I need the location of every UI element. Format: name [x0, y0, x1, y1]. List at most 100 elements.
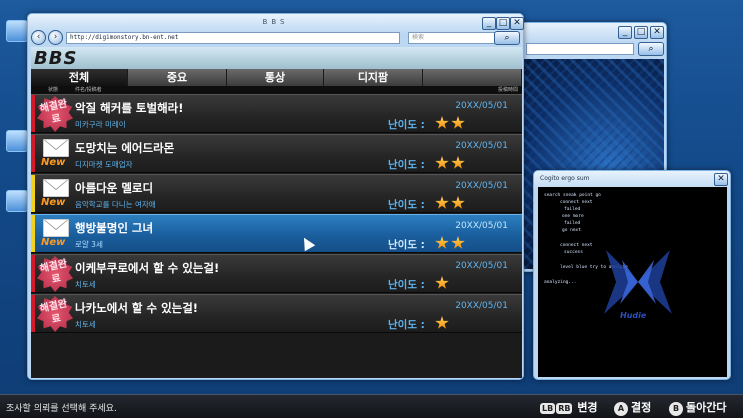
- maximize-button[interactable]: □: [634, 26, 648, 39]
- difficulty-label: 난이도 :: [388, 159, 425, 171]
- back-icon[interactable]: ‹: [31, 30, 46, 45]
- confirm-control[interactable]: A 결정: [614, 399, 651, 416]
- row-accent: [31, 95, 35, 132]
- row-accent: [31, 135, 35, 172]
- forward-icon[interactable]: ›: [48, 30, 63, 45]
- post-date: 20XX/05/01: [455, 181, 508, 191]
- search-icon[interactable]: ⌕: [638, 42, 664, 56]
- difficulty-stars: [435, 155, 467, 169]
- post-author: 치토세: [75, 320, 96, 329]
- star-icon: [451, 116, 465, 129]
- search-icon[interactable]: ⌕: [494, 31, 520, 45]
- lb-button-icon: LB: [540, 403, 556, 414]
- row-accent: [31, 295, 35, 332]
- tab-normal[interactable]: 통상: [227, 69, 324, 86]
- console-line: go next: [562, 228, 581, 233]
- post-row[interactable]: New 아름다운 멜로디 음악학교를 다니는 여자애 20XX/05/01 난이…: [31, 174, 522, 213]
- difficulty-label: 난이도 :: [388, 279, 425, 291]
- new-badge: New: [41, 237, 66, 248]
- difficulty-label: 난이도 :: [388, 119, 425, 131]
- solved-stamp-text: 해결완료: [38, 98, 69, 126]
- bbs-logo: BBS: [34, 48, 78, 69]
- window-title: BBS: [262, 18, 289, 26]
- console-line: success: [564, 250, 583, 255]
- b-button-icon: B: [669, 402, 683, 416]
- column-title: 件名/投稿者: [75, 87, 102, 93]
- post-title: 이케부쿠로에서 할 수 있는걸!: [75, 261, 220, 275]
- cogito-window[interactable]: Cogito ergo sum ✕ search sneak point go …: [533, 170, 731, 380]
- console-line: failed: [564, 207, 581, 212]
- difficulty-label: 난이도 :: [388, 199, 425, 211]
- cogito-window-title: Cogito ergo sum: [540, 175, 590, 182]
- console-line: failed: [564, 221, 581, 226]
- address-bar[interactable]: [526, 43, 634, 55]
- change-label: 변경: [577, 401, 598, 414]
- difficulty-stars: [435, 275, 451, 289]
- console-line: analyzing...: [544, 280, 577, 285]
- difficulty-stars: [435, 235, 467, 249]
- tab-digifarm[interactable]: 디지팜: [324, 69, 423, 86]
- close-button[interactable]: ✕: [510, 17, 524, 30]
- post-author: 치토세: [75, 280, 96, 289]
- post-row[interactable]: 해결완료 나카노에서 할 수 있는걸! 치토세 20XX/05/01 난이도 :: [31, 294, 522, 333]
- post-date: 20XX/05/01: [455, 141, 508, 151]
- console-line: connect next: [560, 243, 593, 248]
- envelope-icon: [43, 219, 69, 237]
- tab-important[interactable]: 중요: [128, 69, 227, 86]
- post-title: 행방불명인 그녀: [75, 221, 154, 235]
- bbs-window[interactable]: BBS _ □ ✕ ‹ › http://digimonstory.bn-ent…: [27, 13, 524, 380]
- change-control[interactable]: LB RB 변경: [540, 399, 598, 415]
- minimize-button[interactable]: _: [482, 17, 496, 30]
- bbs-content: BBS 전체 중요 통상 디지팜 状態 件名/投稿者 投稿時間 해결완료 악질 …: [31, 47, 522, 378]
- star-icon: [451, 156, 465, 169]
- back-control[interactable]: B 돌아간다: [669, 399, 726, 416]
- hint-text: 조사할 의뢰를 선택해 주세요.: [6, 404, 117, 414]
- post-title: 악질 해커를 토벌해라!: [75, 101, 184, 115]
- post-author: 미카구라 미레이: [75, 120, 126, 129]
- a-button-icon: A: [614, 402, 628, 416]
- difficulty-stars: [435, 115, 467, 129]
- post-title: 나카노에서 할 수 있는걸!: [75, 301, 199, 315]
- tab-empty: [423, 69, 522, 86]
- butterfly-logo-icon: [604, 250, 672, 314]
- row-accent: [31, 215, 35, 252]
- star-icon: [435, 196, 449, 209]
- post-date: 20XX/05/01: [455, 221, 508, 231]
- desktop-icon[interactable]: [6, 190, 28, 212]
- desktop-icon[interactable]: [6, 20, 28, 42]
- post-title: 도망치는 에어드라몬: [75, 141, 175, 155]
- close-button[interactable]: ✕: [714, 173, 728, 186]
- bbs-header: BBS: [31, 47, 522, 69]
- post-row[interactable]: New 도망치는 에어드라몬 디지마켓 도매업자 20XX/05/01 난이도 …: [31, 134, 522, 173]
- post-row[interactable]: 해결완료 이케부쿠로에서 할 수 있는걸! 치토세 20XX/05/01 난이도…: [31, 254, 522, 293]
- difficulty-label: 난이도 :: [388, 239, 425, 251]
- row-accent: [31, 255, 35, 292]
- page-indicator: [355, 383, 385, 398]
- close-button[interactable]: ✕: [650, 26, 664, 39]
- back-label: 돌아간다: [686, 401, 727, 414]
- controls-bar: 조사할 의뢰를 선택해 주세요. LB RB 변경 A 결정 B 돌아간다: [0, 394, 743, 418]
- console-line: search sneak point go: [544, 193, 601, 198]
- post-row[interactable]: 해결완료 악질 해커를 토벌해라! 미카구라 미레이 20XX/05/01 난이…: [31, 94, 522, 133]
- desktop-icon[interactable]: [6, 130, 28, 152]
- post-date: 20XX/05/01: [455, 101, 508, 111]
- row-accent: [31, 175, 35, 212]
- confirm-label: 결정: [631, 401, 652, 414]
- minimize-button[interactable]: _: [618, 26, 632, 39]
- tab-all[interactable]: 전체: [31, 69, 128, 86]
- star-icon: [435, 116, 449, 129]
- new-badge: New: [41, 197, 66, 208]
- url-input[interactable]: http://digimonstory.bn-ent.net: [66, 32, 400, 44]
- post-date: 20XX/05/01: [455, 261, 508, 271]
- solved-stamp-text: 해결완료: [38, 298, 69, 326]
- column-status: 状態: [48, 87, 59, 93]
- maximize-button[interactable]: □: [496, 17, 510, 30]
- post-row-selected[interactable]: New 행방불명인 그녀 로얄 3세 20XX/05/01 난이도 :: [31, 214, 522, 253]
- cogito-console: search sneak point go connect next faile…: [538, 187, 727, 377]
- rb-button-icon: RB: [556, 403, 573, 414]
- column-header: 状態 件名/投稿者 投稿時間: [31, 86, 522, 94]
- envelope-icon: [43, 179, 69, 197]
- tab-bar: 전체 중요 통상 디지팜: [31, 69, 522, 86]
- star-icon: [451, 236, 465, 249]
- star-icon: [435, 276, 449, 289]
